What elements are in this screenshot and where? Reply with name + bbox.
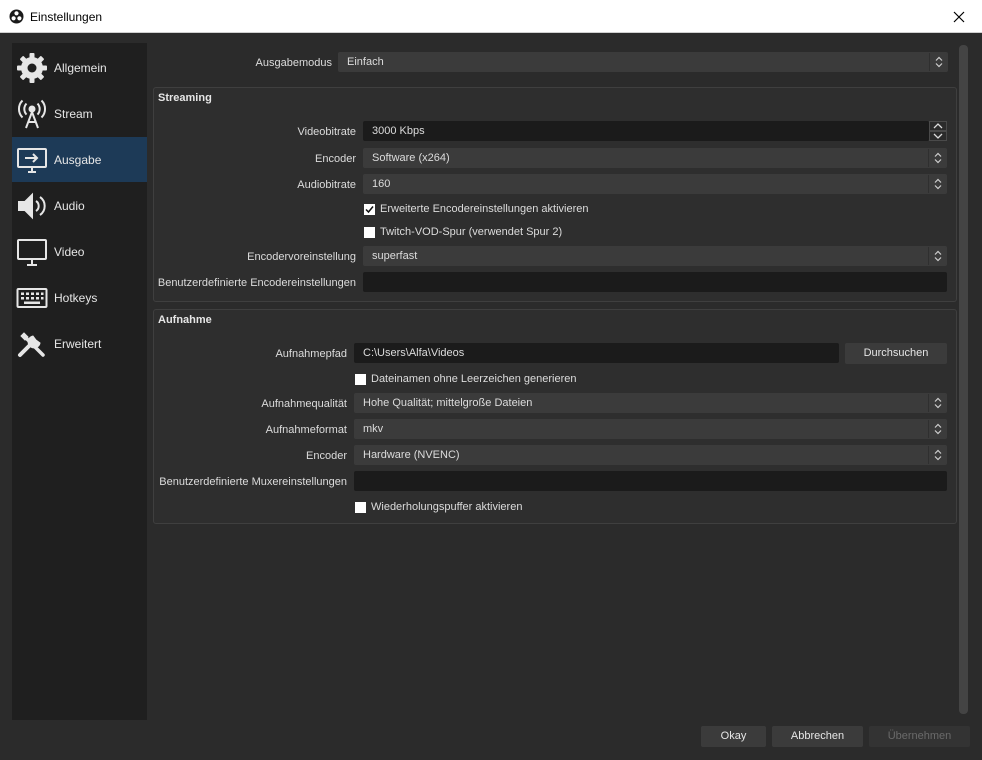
recording-encoder-value: Hardware (NVENC) bbox=[363, 449, 460, 461]
encoder-preset-value: superfast bbox=[372, 250, 418, 262]
sidebar-item-hotkeys[interactable]: Hotkeys bbox=[12, 275, 147, 320]
checkbox-box[interactable] bbox=[355, 501, 366, 513]
custom-muxer-input[interactable] bbox=[354, 471, 947, 491]
recording-format-select[interactable]: mkv bbox=[354, 419, 947, 439]
video-bitrate-spinner[interactable] bbox=[929, 121, 947, 141]
updown-chevron-icon bbox=[928, 247, 946, 265]
checkbox-box[interactable] bbox=[364, 226, 375, 238]
updown-chevron-icon bbox=[928, 394, 946, 412]
encoder-preset-label: Encodervoreinstellung bbox=[247, 251, 356, 263]
settings-sidebar: Allgemein Stream Ausgabe Audio Video Hot… bbox=[12, 43, 147, 720]
scrollbar-thumb[interactable] bbox=[959, 45, 968, 714]
twitch-vod-checkbox[interactable]: Twitch-VOD-Spur (verwendet Spur 2) bbox=[364, 226, 562, 238]
encoder-preset-select[interactable]: superfast bbox=[363, 246, 947, 266]
window-title: Einstellungen bbox=[30, 10, 103, 24]
updown-chevron-icon bbox=[928, 420, 946, 438]
speaker-icon bbox=[15, 189, 49, 223]
audio-bitrate-select[interactable]: 160 bbox=[363, 174, 947, 194]
chevron-up-icon[interactable] bbox=[929, 121, 947, 131]
close-icon[interactable] bbox=[936, 0, 982, 33]
obs-logo-icon bbox=[9, 9, 24, 24]
recording-quality-label: Aufnahmequalität bbox=[261, 398, 347, 410]
updown-chevron-icon bbox=[928, 446, 946, 464]
output-mode-select[interactable]: Einfach bbox=[338, 52, 948, 72]
recording-encoder-label: Encoder bbox=[306, 450, 347, 462]
sidebar-item-stream[interactable]: Stream bbox=[12, 91, 147, 136]
recording-quality-select[interactable]: Hohe Qualität; mittelgroße Dateien bbox=[354, 393, 947, 413]
sidebar-item-label: Audio bbox=[54, 198, 85, 213]
no-spaces-checkbox[interactable]: Dateinamen ohne Leerzeichen generieren bbox=[355, 373, 576, 385]
custom-encoder-label: Benutzerdefinierte Encodereinstellungen bbox=[157, 277, 356, 289]
sidebar-item-label: Ausgabe bbox=[54, 152, 102, 167]
sidebar-item-label: Stream bbox=[54, 106, 93, 121]
output-icon bbox=[15, 143, 49, 177]
cancel-button[interactable]: Abbrechen bbox=[772, 726, 863, 747]
sidebar-item-erweitert[interactable]: Erweitert bbox=[12, 321, 147, 366]
updown-chevron-icon bbox=[928, 149, 946, 167]
recording-group bbox=[153, 309, 957, 524]
custom-encoder-input[interactable] bbox=[363, 272, 947, 292]
recording-format-label: Aufnahmeformat bbox=[265, 424, 347, 436]
no-spaces-label: Dateinamen ohne Leerzeichen generieren bbox=[371, 373, 577, 385]
streaming-encoder-label: Encoder bbox=[315, 153, 356, 165]
antenna-icon bbox=[15, 97, 49, 131]
sidebar-item-audio[interactable]: Audio bbox=[12, 183, 147, 228]
twitch-vod-label: Twitch-VOD-Spur (verwendet Spur 2) bbox=[380, 226, 563, 238]
video-bitrate-value: 3000 Kbps bbox=[372, 125, 425, 137]
advanced-encoder-label: Erweiterte Encodereinstellungen aktivier… bbox=[380, 203, 589, 215]
updown-chevron-icon bbox=[928, 175, 946, 193]
video-bitrate-label: Videobitrate bbox=[297, 126, 356, 138]
streaming-encoder-select[interactable]: Software (x264) bbox=[363, 148, 947, 168]
sidebar-item-label: Hotkeys bbox=[54, 290, 98, 305]
apply-button[interactable]: Übernehmen bbox=[869, 726, 970, 747]
tools-icon bbox=[15, 327, 49, 361]
streaming-encoder-value: Software (x264) bbox=[372, 152, 450, 164]
output-mode-value: Einfach bbox=[347, 56, 384, 68]
vertical-scrollbar[interactable] bbox=[958, 43, 969, 716]
ok-button[interactable]: Okay bbox=[701, 726, 766, 747]
chevron-down-icon[interactable] bbox=[929, 131, 947, 141]
gear-icon bbox=[15, 51, 49, 85]
output-mode-label: Ausgabemodus bbox=[255, 57, 332, 69]
checkmark-icon[interactable] bbox=[364, 203, 375, 215]
recording-encoder-select[interactable]: Hardware (NVENC) bbox=[354, 445, 947, 465]
advanced-encoder-checkbox[interactable]: Erweiterte Encodereinstellungen aktivier… bbox=[364, 203, 589, 215]
recording-path-label: Aufnahmepfad bbox=[275, 348, 347, 360]
checkbox-box[interactable] bbox=[355, 373, 366, 385]
updown-chevron-icon bbox=[929, 53, 947, 71]
custom-muxer-label: Benutzerdefinierte Muxereinstellungen bbox=[159, 476, 347, 488]
sidebar-item-allgemein[interactable]: Allgemein bbox=[12, 45, 147, 90]
recording-path-input[interactable]: C:\Users\Alfa\Videos bbox=[354, 343, 839, 363]
recording-format-value: mkv bbox=[363, 423, 384, 435]
browse-button[interactable]: Durchsuchen bbox=[845, 343, 947, 364]
sidebar-item-label: Allgemein bbox=[54, 60, 107, 75]
recording-group-title: Aufnahme bbox=[158, 314, 212, 326]
monitor-icon bbox=[15, 235, 49, 269]
keyboard-icon bbox=[15, 281, 49, 315]
replay-buffer-checkbox[interactable]: Wiederholungspuffer aktivieren bbox=[355, 501, 522, 513]
streaming-group bbox=[153, 87, 957, 302]
replay-buffer-label: Wiederholungspuffer aktivieren bbox=[371, 501, 523, 513]
recording-path-value: C:\Users\Alfa\Videos bbox=[363, 347, 465, 359]
sidebar-item-video[interactable]: Video bbox=[12, 229, 147, 274]
recording-quality-value: Hohe Qualität; mittelgroße Dateien bbox=[363, 397, 533, 409]
sidebar-item-ausgabe[interactable]: Ausgabe bbox=[12, 137, 147, 182]
audio-bitrate-value: 160 bbox=[372, 178, 391, 190]
title-bar: Einstellungen bbox=[0, 0, 982, 33]
video-bitrate-input[interactable]: 3000 Kbps bbox=[363, 121, 929, 141]
sidebar-item-label: Erweitert bbox=[54, 336, 102, 351]
sidebar-item-label: Video bbox=[54, 244, 85, 259]
streaming-group-title: Streaming bbox=[158, 92, 212, 104]
audio-bitrate-label: Audiobitrate bbox=[297, 179, 356, 191]
